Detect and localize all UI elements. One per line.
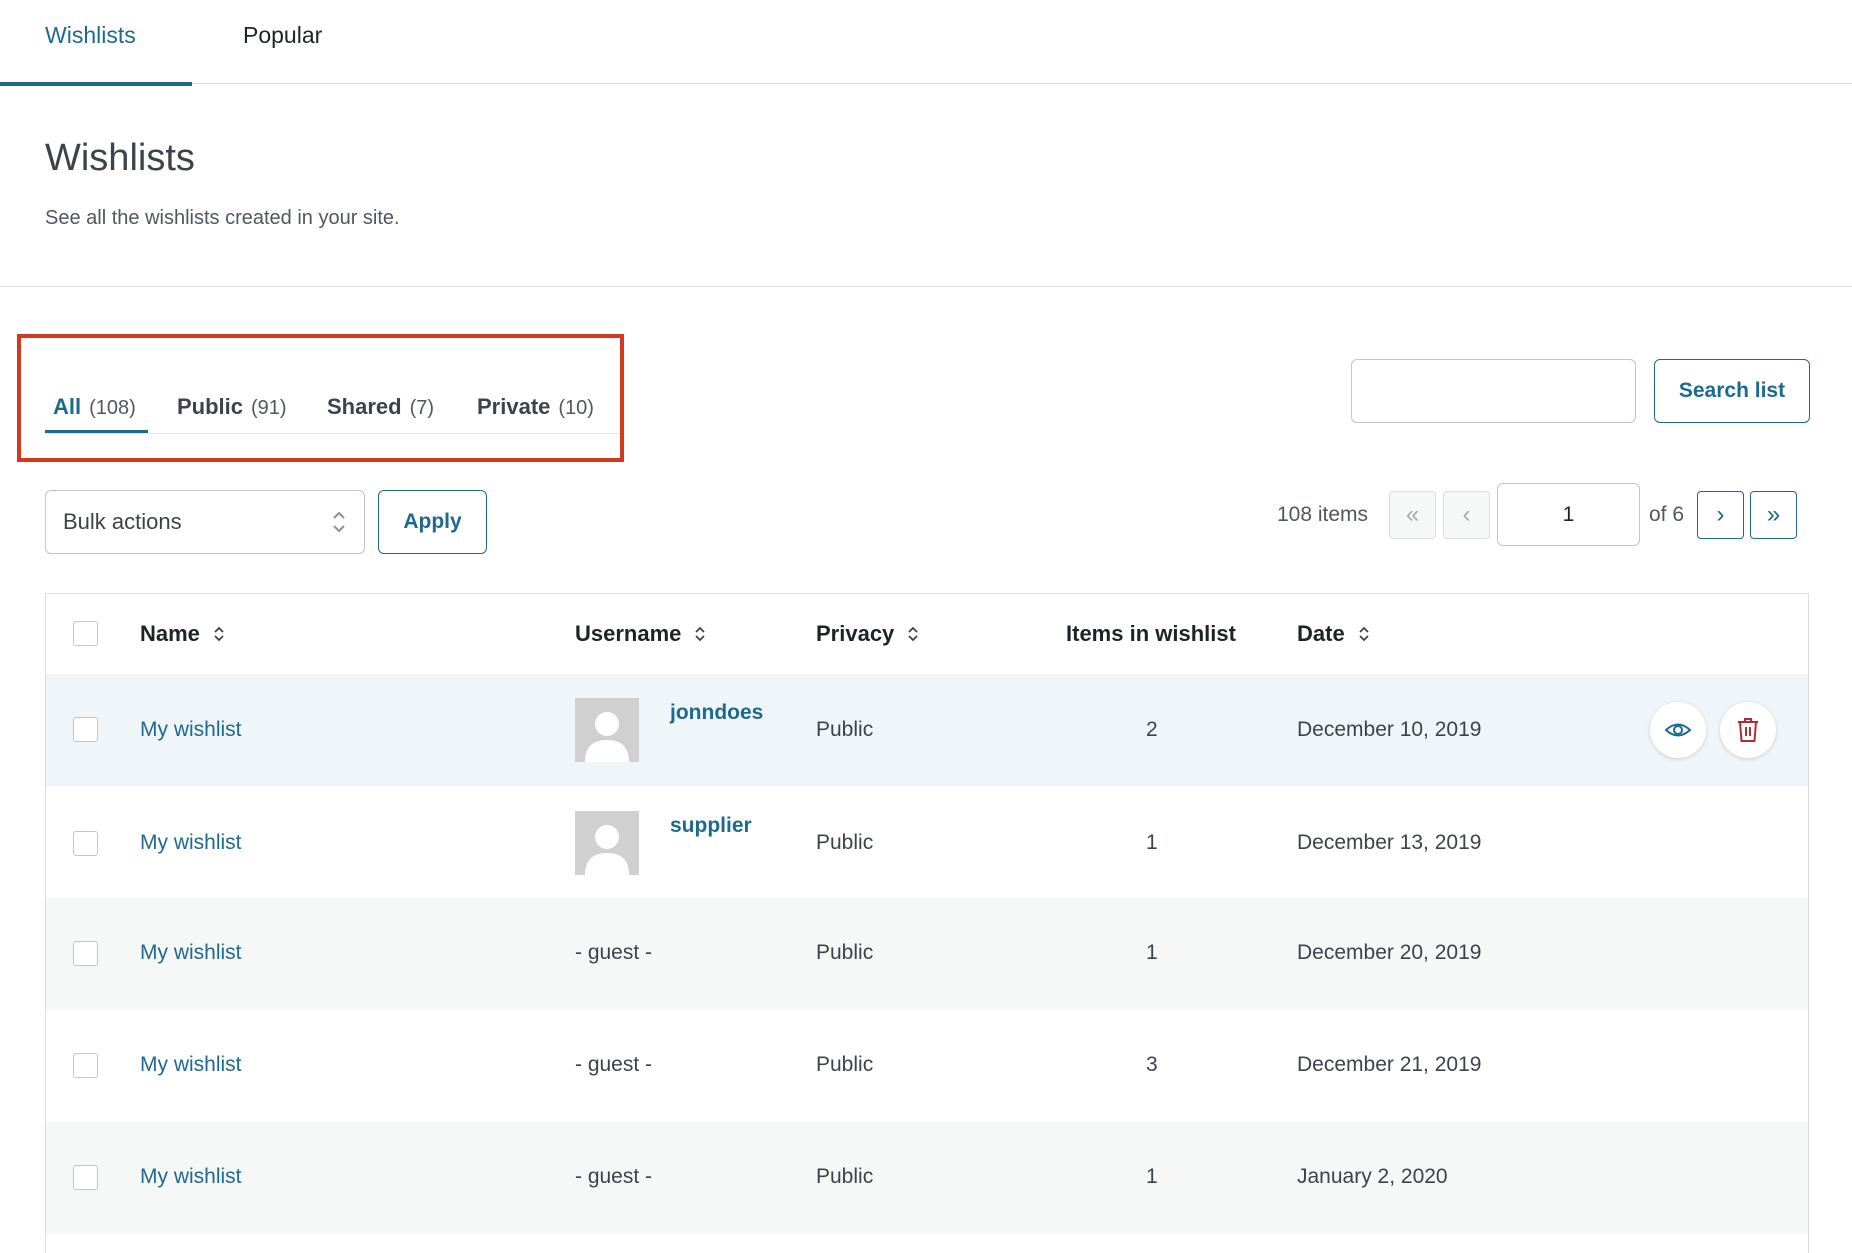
bulk-actions-selected: Bulk actions bbox=[63, 509, 182, 534]
row-checkbox[interactable] bbox=[73, 831, 98, 856]
column-username[interactable]: Username bbox=[575, 621, 707, 647]
filter-all-count: (108) bbox=[89, 397, 136, 419]
table-row[interactable]: My wishlist - guest - Public 3 December … bbox=[46, 1010, 1808, 1122]
items-count-value: 2 bbox=[1146, 718, 1158, 741]
user-silhouette-icon bbox=[575, 811, 639, 875]
chevron-updown-icon bbox=[333, 511, 345, 533]
bulk-actions-select[interactable]: Bulk actions bbox=[45, 490, 365, 554]
column-username-label: Username bbox=[575, 621, 682, 646]
date-value: December 21, 2019 bbox=[1297, 1053, 1482, 1076]
filter-public-count: (91) bbox=[251, 397, 287, 419]
top-tab-bar: Wishlists Popular bbox=[0, 0, 1852, 86]
search-input[interactable] bbox=[1351, 359, 1636, 423]
section-divider bbox=[0, 286, 1852, 287]
date-value: December 10, 2019 bbox=[1297, 718, 1482, 741]
privacy-value: Public bbox=[816, 941, 874, 964]
date-value: December 13, 2019 bbox=[1297, 831, 1482, 854]
delete-wishlist-button[interactable] bbox=[1720, 702, 1776, 758]
sort-arrows-icon bbox=[214, 626, 224, 642]
select-all-checkbox[interactable] bbox=[73, 621, 98, 646]
filter-shared-label: Shared bbox=[327, 394, 402, 419]
next-page-button[interactable]: › bbox=[1697, 491, 1744, 539]
column-name[interactable]: Name bbox=[140, 621, 226, 647]
table-row[interactable]: My wishlist - guest - Public 1 December … bbox=[46, 898, 1808, 1010]
filter-shared-count: (7) bbox=[409, 397, 435, 419]
tab-popular[interactable]: Popular bbox=[243, 22, 322, 49]
items-count-value: 1 bbox=[1146, 941, 1158, 964]
column-name-label: Name bbox=[140, 621, 200, 646]
filter-all-label: All bbox=[53, 394, 82, 419]
username-link[interactable]: jonndoes bbox=[670, 701, 763, 725]
page-description: See all the wishlists created in your si… bbox=[45, 207, 400, 229]
wishlist-name-link[interactable]: My wishlist bbox=[140, 941, 242, 965]
items-count-value: 1 bbox=[1146, 1165, 1158, 1188]
wishlist-name-link[interactable]: My wishlist bbox=[140, 1165, 242, 1189]
sort-arrows-icon bbox=[908, 626, 918, 642]
username-link[interactable]: supplier bbox=[670, 814, 752, 838]
table-row[interactable]: My wishlist supplier Public 1 December 1… bbox=[46, 786, 1808, 898]
sort-arrows-icon bbox=[695, 626, 706, 642]
tab-wishlists[interactable]: Wishlists bbox=[45, 22, 136, 49]
row-checkbox[interactable] bbox=[73, 717, 98, 742]
search-list-button[interactable]: Search list bbox=[1654, 359, 1810, 423]
table-row[interactable]: My wishlist - guest - Public 1 January 2… bbox=[46, 1122, 1808, 1234]
eye-icon bbox=[1664, 723, 1692, 737]
last-page-button[interactable]: » bbox=[1750, 491, 1797, 539]
page-title: Wishlists bbox=[45, 137, 195, 179]
filter-private-count: (10) bbox=[558, 397, 594, 419]
date-value: December 20, 2019 bbox=[1297, 941, 1482, 964]
username-guest: - guest - bbox=[575, 1165, 653, 1188]
column-privacy-label: Privacy bbox=[816, 621, 895, 646]
privacy-value: Public bbox=[816, 718, 874, 741]
trash-icon bbox=[1738, 718, 1758, 742]
privacy-value: Public bbox=[816, 831, 874, 854]
privacy-value: Public bbox=[816, 1053, 874, 1076]
user-silhouette-icon bbox=[575, 698, 639, 762]
column-date[interactable]: Date bbox=[1297, 621, 1371, 647]
active-tab-indicator bbox=[0, 82, 192, 86]
row-checkbox[interactable] bbox=[73, 1165, 98, 1190]
filter-all[interactable]: All (108) bbox=[53, 394, 136, 420]
filter-public-label: Public bbox=[177, 394, 244, 419]
items-count: 108 items bbox=[1277, 503, 1369, 526]
sort-arrows-icon bbox=[1359, 626, 1369, 642]
wishlist-name-link[interactable]: My wishlist bbox=[140, 831, 242, 855]
filter-private-label: Private bbox=[477, 394, 551, 419]
active-filter-indicator bbox=[45, 430, 148, 433]
username-guest: - guest - bbox=[575, 941, 653, 964]
filter-private[interactable]: Private (10) bbox=[477, 394, 594, 420]
current-page-input[interactable] bbox=[1497, 483, 1640, 546]
privacy-value: Public bbox=[816, 1165, 874, 1188]
table-row[interactable]: My wishlist jonndoes Public 2 December 1… bbox=[46, 674, 1808, 786]
date-value: January 2, 2020 bbox=[1297, 1165, 1448, 1188]
total-pages: of 6 bbox=[1649, 503, 1685, 526]
column-date-label: Date bbox=[1297, 621, 1345, 646]
view-wishlist-button[interactable] bbox=[1650, 702, 1706, 758]
apply-button[interactable]: Apply bbox=[378, 490, 487, 554]
first-page-button[interactable]: « bbox=[1389, 491, 1436, 539]
column-items: Items in wishlist bbox=[1066, 621, 1236, 646]
row-checkbox[interactable] bbox=[73, 1053, 98, 1078]
username-guest: - guest - bbox=[575, 1053, 653, 1076]
row-checkbox[interactable] bbox=[73, 941, 98, 966]
wishlist-name-link[interactable]: My wishlist bbox=[140, 1053, 242, 1077]
privacy-filter-tabs: All (108) Public (91) Shared (7) Private (10… bbox=[45, 390, 620, 434]
prev-page-button[interactable]: ‹ bbox=[1443, 491, 1490, 539]
filter-public[interactable]: Public (91) bbox=[177, 394, 287, 420]
wishlist-name-link[interactable]: My wishlist bbox=[140, 718, 242, 742]
table-header: Name Username Privacy Items in wishlist … bbox=[46, 594, 1808, 674]
filter-shared[interactable]: Shared (7) bbox=[327, 394, 434, 420]
column-privacy[interactable]: Privacy bbox=[816, 621, 920, 647]
items-count-value: 3 bbox=[1146, 1053, 1158, 1076]
wishlists-table: Name Username Privacy Items in wishlist … bbox=[45, 593, 1809, 1253]
items-count-value: 1 bbox=[1146, 831, 1158, 854]
